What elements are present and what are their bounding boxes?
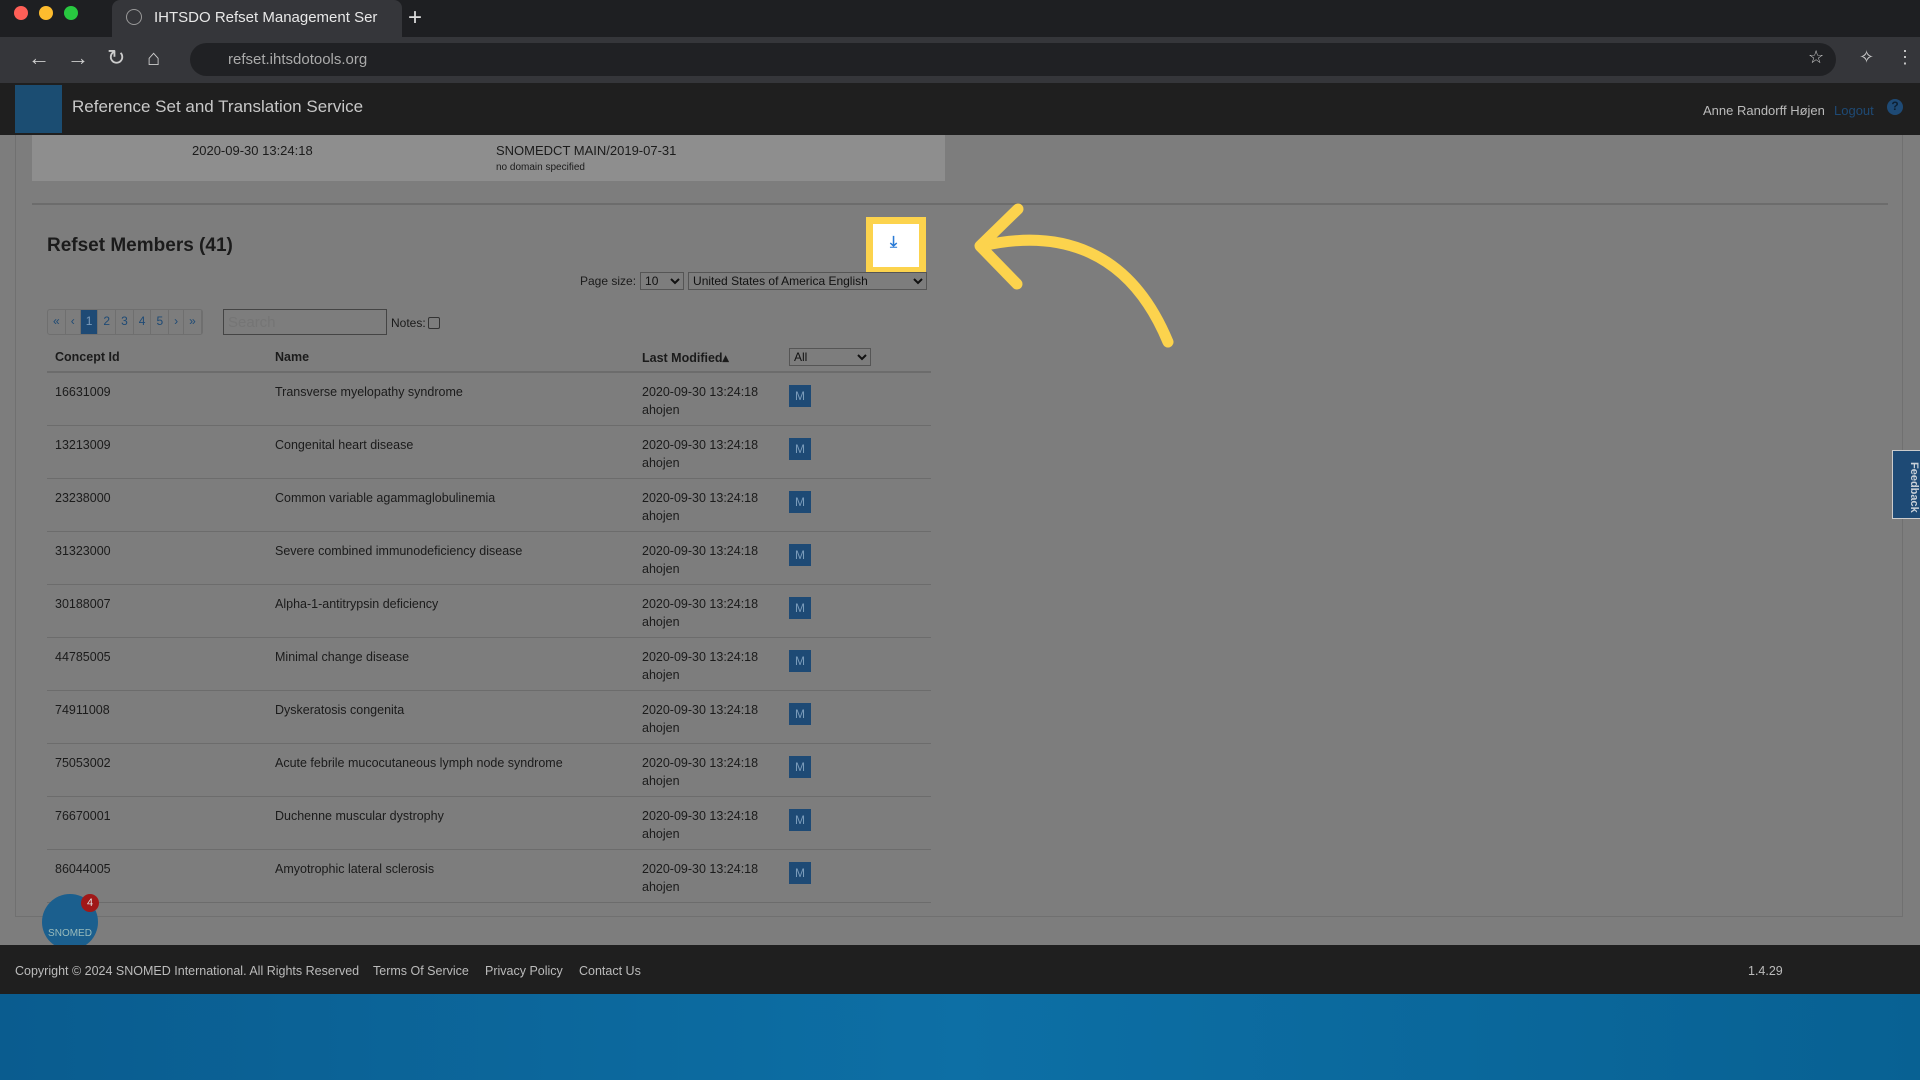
- annotation-arrow: [974, 203, 1174, 348]
